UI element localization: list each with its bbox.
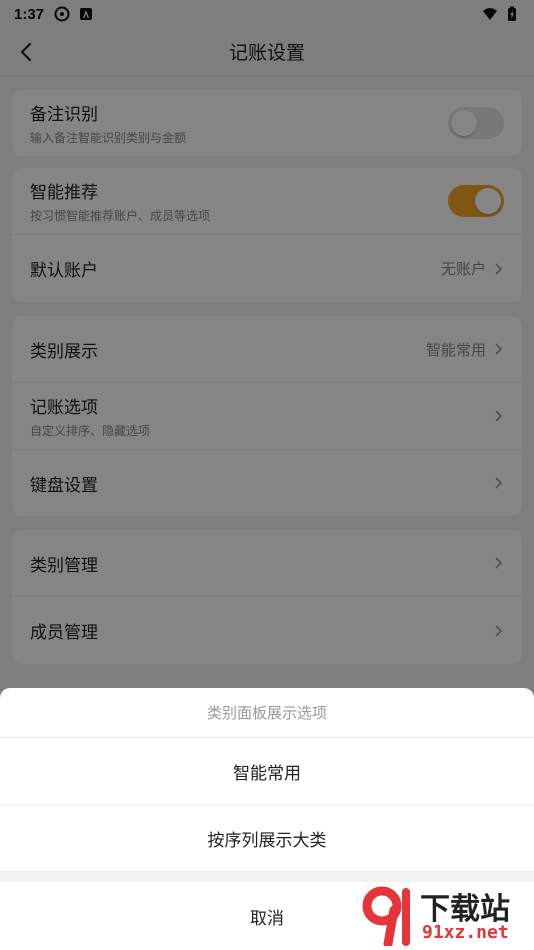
option-smart-frequent[interactable]: 智能常用 <box>0 738 534 805</box>
watermark-url: 91xz.net <box>422 922 509 943</box>
option-show-by-sequence[interactable]: 按序列展示大类 <box>0 805 534 872</box>
watermark-logo-icon <box>362 886 410 946</box>
category-display-sheet: 类别面板展示选项 智能常用 按序列展示大类 取消 下载站 91xz.net <box>0 688 534 950</box>
watermark: 下载站 91xz.net <box>358 882 528 948</box>
sheet-title: 类别面板展示选项 <box>0 688 534 738</box>
sheet-divider <box>0 872 534 882</box>
